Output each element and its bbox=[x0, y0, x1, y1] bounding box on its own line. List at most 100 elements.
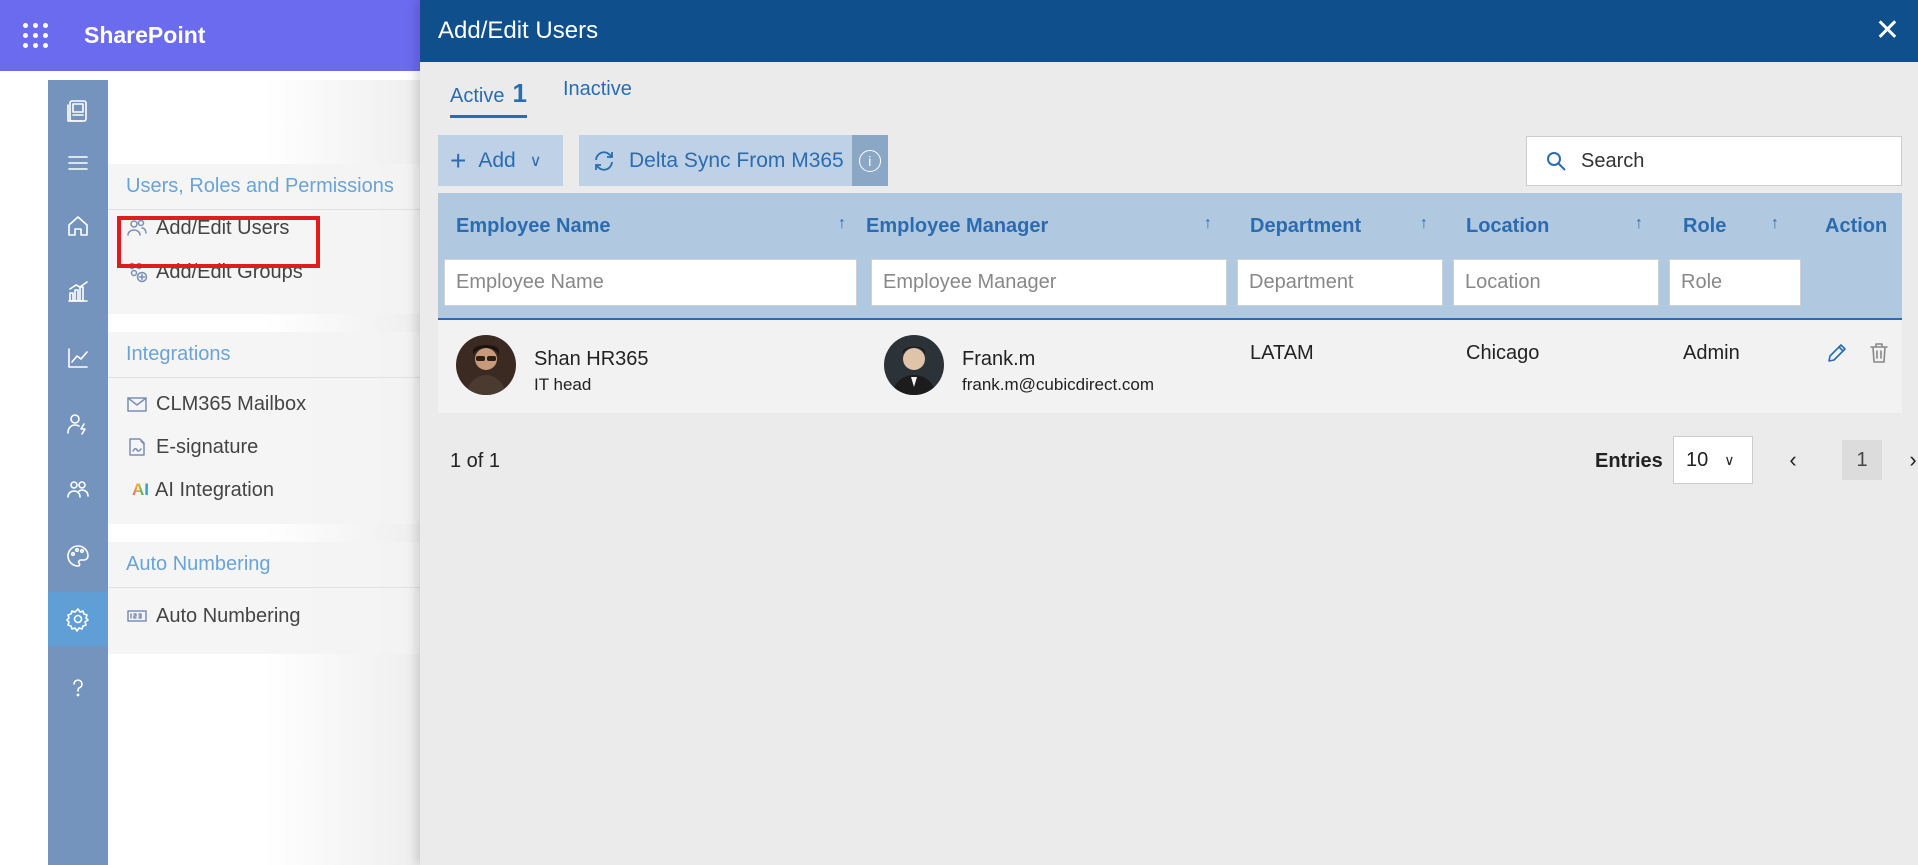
menu-item-label: CLM365 Mailbox bbox=[156, 392, 307, 415]
rail-logo[interactable] bbox=[48, 84, 108, 138]
tab-inactive[interactable]: Inactive bbox=[563, 78, 632, 118]
rail-reports[interactable] bbox=[48, 331, 108, 385]
add-label: Add bbox=[478, 148, 516, 172]
current-page[interactable]: 1 bbox=[1842, 440, 1882, 480]
panel-header: Add/Edit Users ✕ bbox=[420, 0, 1918, 62]
column-header-employee-manager[interactable]: Employee Manager bbox=[866, 215, 1048, 238]
menu-item-label: E-signature bbox=[156, 435, 259, 458]
rail-user-settings[interactable] bbox=[48, 397, 108, 451]
rail-dashboard[interactable] bbox=[48, 265, 108, 319]
rail-home[interactable] bbox=[48, 199, 108, 253]
entries-label: Entries bbox=[1595, 450, 1663, 472]
next-page-button[interactable]: › bbox=[1898, 440, 1918, 480]
add-edit-users-panel: Add/Edit Users ✕ Active 1 Inactive + Add… bbox=[420, 0, 1918, 865]
rail-teams[interactable] bbox=[48, 463, 108, 517]
menu-group-title: Integrations bbox=[108, 332, 420, 378]
search-box[interactable] bbox=[1526, 136, 1902, 186]
avatar bbox=[456, 335, 516, 395]
column-header-location[interactable]: Location bbox=[1466, 215, 1549, 238]
manager-name: Frank.m bbox=[962, 348, 1036, 370]
search-icon bbox=[1547, 152, 1566, 171]
rail-menu[interactable] bbox=[48, 136, 108, 190]
sort-arrow-icon[interactable]: ↑ bbox=[1204, 215, 1212, 233]
mail-icon bbox=[127, 397, 147, 412]
documents-icon bbox=[67, 100, 87, 122]
rail-themes[interactable] bbox=[48, 529, 108, 583]
home-icon bbox=[68, 216, 88, 236]
entries-select[interactable]: 10 ∨ bbox=[1673, 436, 1753, 484]
gear-icon bbox=[66, 608, 89, 632]
line-chart-icon bbox=[68, 348, 88, 368]
left-rail bbox=[48, 80, 108, 865]
search-input[interactable] bbox=[1581, 149, 1881, 173]
filter-employee-manager[interactable] bbox=[871, 259, 1227, 306]
sync-label: Delta Sync From M365 bbox=[629, 148, 844, 172]
sort-arrow-icon[interactable]: ↑ bbox=[838, 215, 846, 233]
employee-name: Shan HR365 bbox=[534, 348, 649, 370]
numbering-icon bbox=[127, 610, 147, 622]
filter-role[interactable] bbox=[1669, 259, 1801, 306]
menu-group-auto-numbering: Auto Numbering Auto Numbering bbox=[108, 542, 420, 654]
location-cell: Chicago bbox=[1466, 342, 1540, 364]
rail-settings[interactable] bbox=[48, 592, 108, 646]
sort-arrow-icon[interactable]: ↑ bbox=[1635, 215, 1643, 233]
sort-arrow-icon[interactable]: ↑ bbox=[1420, 215, 1428, 233]
info-icon: i bbox=[858, 149, 881, 172]
ai-icon: AI bbox=[132, 480, 149, 499]
waffle-icon bbox=[22, 23, 48, 48]
team-icon bbox=[67, 481, 89, 498]
sync-icon bbox=[595, 150, 613, 171]
tab-count: 1 bbox=[512, 78, 527, 108]
users-table: Employee Name ↑ Employee Manager ↑ Depar… bbox=[438, 193, 1902, 413]
filter-employee-name[interactable] bbox=[444, 259, 857, 306]
avatar bbox=[884, 335, 944, 395]
column-header-department[interactable]: Department bbox=[1250, 215, 1361, 238]
sync-info-button[interactable]: i bbox=[851, 135, 888, 186]
edit-icon[interactable] bbox=[1824, 340, 1850, 366]
status-tabs: Active 1 Inactive bbox=[450, 78, 632, 118]
delta-sync-button[interactable]: Delta Sync From M365 i bbox=[579, 135, 888, 186]
plus-icon: + bbox=[450, 144, 467, 176]
palette-icon bbox=[67, 545, 89, 567]
highlight-box bbox=[117, 216, 320, 268]
menu-item-label: Auto Numbering bbox=[156, 604, 301, 627]
tab-active[interactable]: Active 1 bbox=[450, 78, 527, 118]
employee-title: IT head bbox=[534, 375, 592, 394]
rail-help[interactable] bbox=[48, 661, 108, 715]
entries-value: 10 bbox=[1686, 448, 1709, 471]
signature-icon bbox=[129, 438, 145, 456]
delete-icon[interactable] bbox=[1866, 340, 1892, 366]
settings-menu: Users, Roles and Permissions Add/Edit Us… bbox=[108, 80, 420, 865]
sort-arrow-icon[interactable]: ↑ bbox=[1771, 215, 1779, 233]
record-count: 1 of 1 bbox=[450, 450, 501, 472]
column-header-action: Action bbox=[1825, 215, 1888, 237]
filter-department[interactable] bbox=[1237, 259, 1443, 306]
menu-item-label: AI Integration bbox=[155, 478, 274, 501]
hamburger-icon bbox=[68, 156, 88, 170]
menu-item-clm365-mailbox[interactable]: CLM365 Mailbox bbox=[126, 386, 306, 422]
chevron-down-icon: ∨ bbox=[529, 152, 542, 170]
department-cell: LATAM bbox=[1250, 342, 1314, 364]
app-launcher-button[interactable] bbox=[0, 0, 70, 71]
role-cell: Admin bbox=[1683, 342, 1740, 364]
tab-label: Active bbox=[450, 85, 505, 107]
table-row: Shan HR365 IT head Frank.m frank.m@cubic… bbox=[438, 320, 1902, 413]
bar-chart-icon bbox=[68, 281, 88, 302]
tab-label: Inactive bbox=[562, 78, 632, 100]
prev-page-button[interactable]: ‹ bbox=[1778, 440, 1808, 480]
menu-group-title: Auto Numbering bbox=[108, 542, 420, 588]
menu-item-auto-numbering[interactable]: Auto Numbering bbox=[126, 598, 301, 634]
app-title[interactable]: SharePoint bbox=[84, 22, 205, 49]
menu-item-e-signature[interactable]: E-signature bbox=[126, 429, 258, 465]
menu-group-title: Users, Roles and Permissions bbox=[108, 164, 420, 210]
filter-location[interactable] bbox=[1453, 259, 1659, 306]
user-bolt-icon bbox=[67, 414, 86, 435]
column-header-employee-name[interactable]: Employee Name bbox=[456, 215, 611, 238]
manager-email: frank.m@cubicdirect.com bbox=[962, 375, 1155, 394]
add-button[interactable]: + Add ∨ bbox=[438, 135, 563, 186]
table-header: Employee Name ↑ Employee Manager ↑ Depar… bbox=[438, 193, 1902, 320]
suite-bar: SharePoint bbox=[0, 0, 420, 71]
close-button[interactable]: ✕ bbox=[1875, 16, 1900, 46]
column-header-role[interactable]: Role bbox=[1683, 215, 1726, 238]
menu-item-ai-integration[interactable]: AI AI Integration bbox=[132, 472, 274, 508]
